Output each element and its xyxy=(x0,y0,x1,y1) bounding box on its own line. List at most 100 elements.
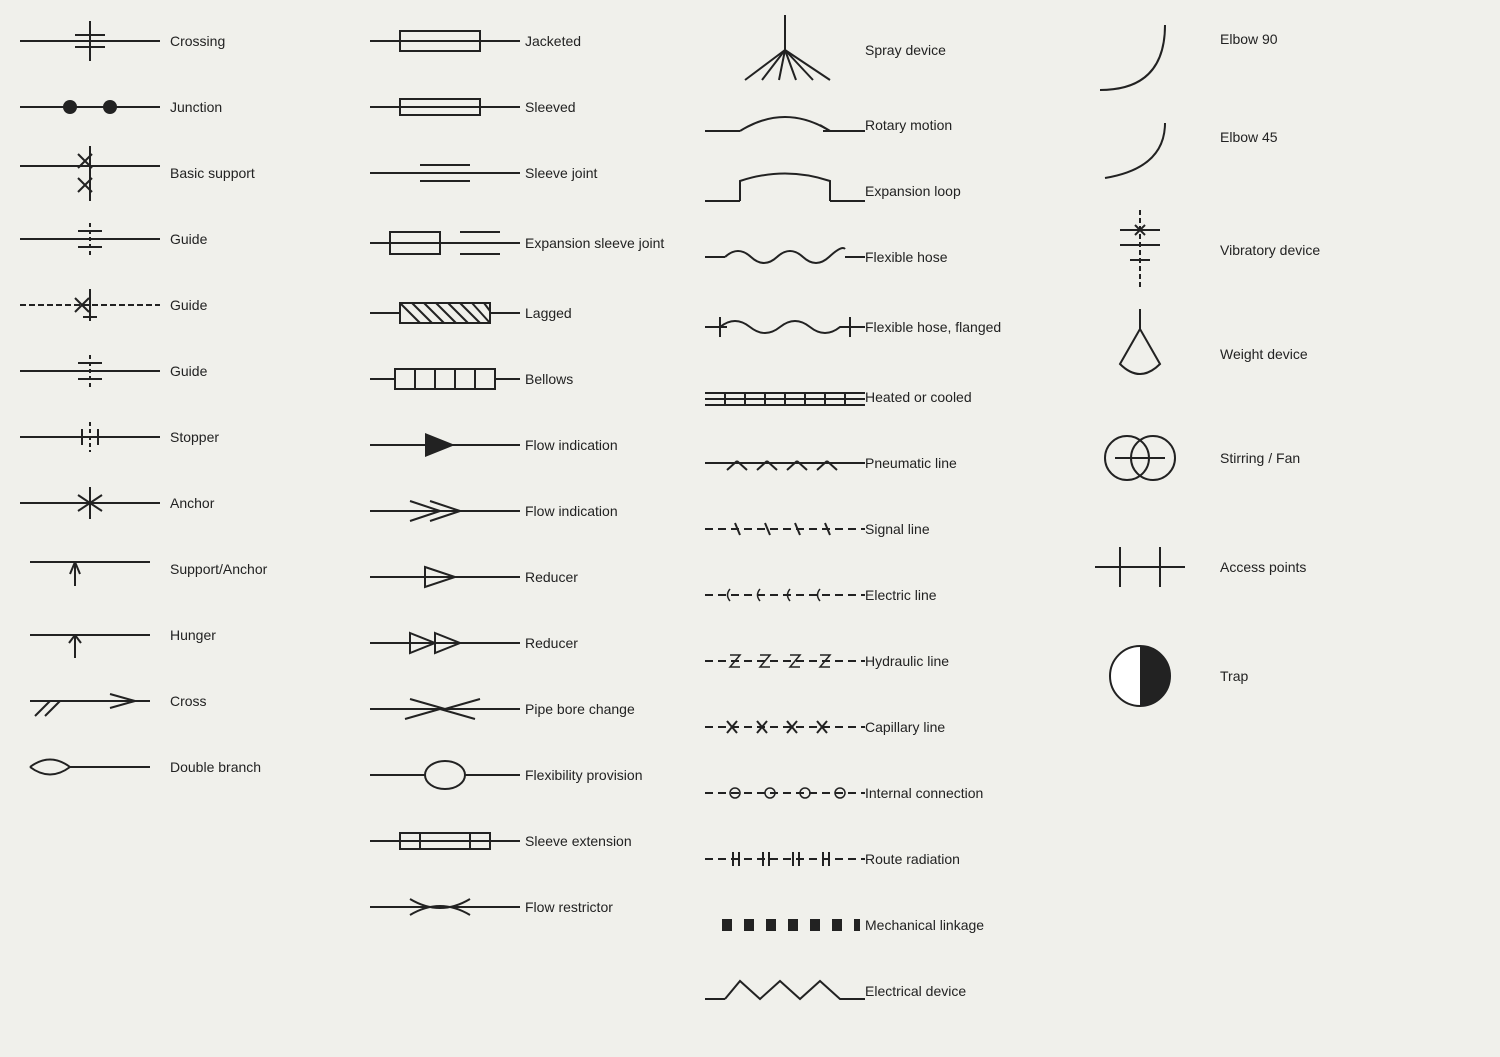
row-flexible-hose: Flexible hose xyxy=(705,226,1060,288)
label-flexible-hose-flanged: Flexible hose, flanged xyxy=(865,318,1001,336)
label-signal-line: Signal line xyxy=(865,520,930,538)
row-expansion-sleeve-joint: Expansion sleeve joint xyxy=(365,208,705,278)
label-bellows: Bellows xyxy=(525,370,573,388)
label-spray-device: Spray device xyxy=(865,41,946,59)
symbol-trap xyxy=(1060,631,1220,721)
row-crossing: Crossing xyxy=(10,10,365,72)
row-flexibility-provision: Flexibility provision xyxy=(365,744,705,806)
label-rotary-motion: Rotary motion xyxy=(865,116,952,134)
row-stirring-fan: Stirring / Fan xyxy=(1060,408,1330,508)
label-trap: Trap xyxy=(1220,667,1248,685)
row-bellows: Bellows xyxy=(365,348,705,410)
row-jacketed: Jacketed xyxy=(365,10,705,72)
row-pipe-bore-change: Pipe bore change xyxy=(365,678,705,740)
label-expansion-loop: Expansion loop xyxy=(865,182,961,200)
symbol-jacketed xyxy=(365,21,525,61)
symbol-access-points xyxy=(1060,522,1220,612)
label-pneumatic-line: Pneumatic line xyxy=(865,454,957,472)
symbol-sleeved xyxy=(365,87,525,127)
label-vibratory-device: Vibratory device xyxy=(1220,241,1320,259)
row-double-branch: Double branch xyxy=(10,736,365,798)
row-mechanical-linkage: Mechanical linkage xyxy=(705,894,1060,956)
row-anchor: Anchor xyxy=(10,472,365,534)
row-guide3: Guide xyxy=(10,340,365,402)
label-hunger: Hunger xyxy=(170,626,216,644)
row-capillary-line: Capillary line xyxy=(705,696,1060,758)
row-spray-device: Spray device xyxy=(705,10,1060,90)
symbol-stopper xyxy=(10,417,170,457)
symbol-flow-indication-outline xyxy=(365,491,525,531)
symbol-crossing xyxy=(10,21,170,61)
label-anchor: Anchor xyxy=(170,494,214,512)
symbol-internal-connection xyxy=(705,773,865,813)
row-flow-indication-outline: Flow indication xyxy=(365,480,705,542)
label-flow-indication-filled: Flow indication xyxy=(525,436,618,454)
label-flexible-hose: Flexible hose xyxy=(865,248,948,266)
symbol-guide1 xyxy=(10,219,170,259)
column-3: Spray device Rotary motion xyxy=(705,10,1060,1047)
label-internal-connection: Internal connection xyxy=(865,784,983,802)
label-sleeved: Sleeved xyxy=(525,98,576,116)
symbol-electrical-device xyxy=(705,971,865,1011)
row-guide2: Guide xyxy=(10,274,365,336)
label-cross: Cross xyxy=(170,692,207,710)
symbol-guide2 xyxy=(10,285,170,325)
row-rotary-motion: Rotary motion xyxy=(705,94,1060,156)
row-trap: Trap xyxy=(1060,626,1330,726)
label-route-radiation: Route radiation xyxy=(865,850,960,868)
page: Crossing Junction xyxy=(0,0,1500,1057)
label-reducer2: Reducer xyxy=(525,634,578,652)
symbol-reducer1 xyxy=(365,557,525,597)
row-hydraulic-line: Hydraulic line xyxy=(705,630,1060,692)
symbol-vibratory-device xyxy=(1060,210,1220,290)
label-electrical-device: Electrical device xyxy=(865,982,966,1000)
label-elbow-45: Elbow 45 xyxy=(1220,128,1278,146)
symbol-support-anchor xyxy=(10,544,170,594)
label-hydraulic-line: Hydraulic line xyxy=(865,652,949,670)
symbol-mechanical-linkage xyxy=(705,905,865,945)
symbol-cross xyxy=(10,681,170,721)
symbol-spray-device xyxy=(705,15,865,85)
symbol-lagged xyxy=(365,293,525,333)
label-flow-indication-outline: Flow indication xyxy=(525,502,618,520)
symbol-pipe-bore-change xyxy=(365,689,525,729)
label-stirring-fan: Stirring / Fan xyxy=(1220,449,1300,467)
row-flow-indication-filled: Flow indication xyxy=(365,414,705,476)
symbol-double-branch xyxy=(10,742,170,792)
row-hunger: Hunger xyxy=(10,604,365,666)
symbol-signal-line xyxy=(705,509,865,549)
symbol-flexible-hose-flanged xyxy=(705,305,865,350)
symbol-expansion-loop xyxy=(705,166,865,216)
symbol-flexible-hose xyxy=(705,237,865,277)
symbol-elbow-45 xyxy=(1060,118,1220,188)
label-double-branch: Double branch xyxy=(170,758,261,776)
column-1: Crossing Junction xyxy=(10,10,365,1047)
label-pipe-bore-change: Pipe bore change xyxy=(525,700,635,718)
row-heated-cooled: Heated or cooled xyxy=(705,366,1060,428)
row-signal-line: Signal line xyxy=(705,498,1060,560)
symbol-expansion-sleeve-joint xyxy=(365,218,525,268)
label-elbow-90: Elbow 90 xyxy=(1220,30,1278,48)
symbol-sleeve-extension xyxy=(365,821,525,861)
symbol-anchor xyxy=(10,483,170,523)
label-capillary-line: Capillary line xyxy=(865,718,945,736)
symbol-flow-restrictor xyxy=(365,887,525,927)
symbol-stirring-fan xyxy=(1060,413,1220,503)
row-vibratory-device: Vibratory device xyxy=(1060,200,1330,300)
label-heated-cooled: Heated or cooled xyxy=(865,388,972,406)
label-weight-device: Weight device xyxy=(1220,345,1308,363)
label-reducer1: Reducer xyxy=(525,568,578,586)
label-lagged: Lagged xyxy=(525,304,572,322)
symbol-flow-indication-filled xyxy=(365,425,525,465)
label-mechanical-linkage: Mechanical linkage xyxy=(865,916,984,934)
label-expansion-sleeve-joint: Expansion sleeve joint xyxy=(525,234,664,252)
column-4: Elbow 90 Elbow 45 xyxy=(1060,10,1330,1047)
symbol-flexibility-provision xyxy=(365,755,525,795)
symbol-route-radiation xyxy=(705,839,865,879)
row-internal-connection: Internal connection xyxy=(705,762,1060,824)
label-flow-restrictor: Flow restrictor xyxy=(525,898,613,916)
row-sleeved: Sleeved xyxy=(365,76,705,138)
symbol-junction xyxy=(10,87,170,127)
label-crossing: Crossing xyxy=(170,32,225,50)
symbol-pneumatic-line xyxy=(705,443,865,483)
